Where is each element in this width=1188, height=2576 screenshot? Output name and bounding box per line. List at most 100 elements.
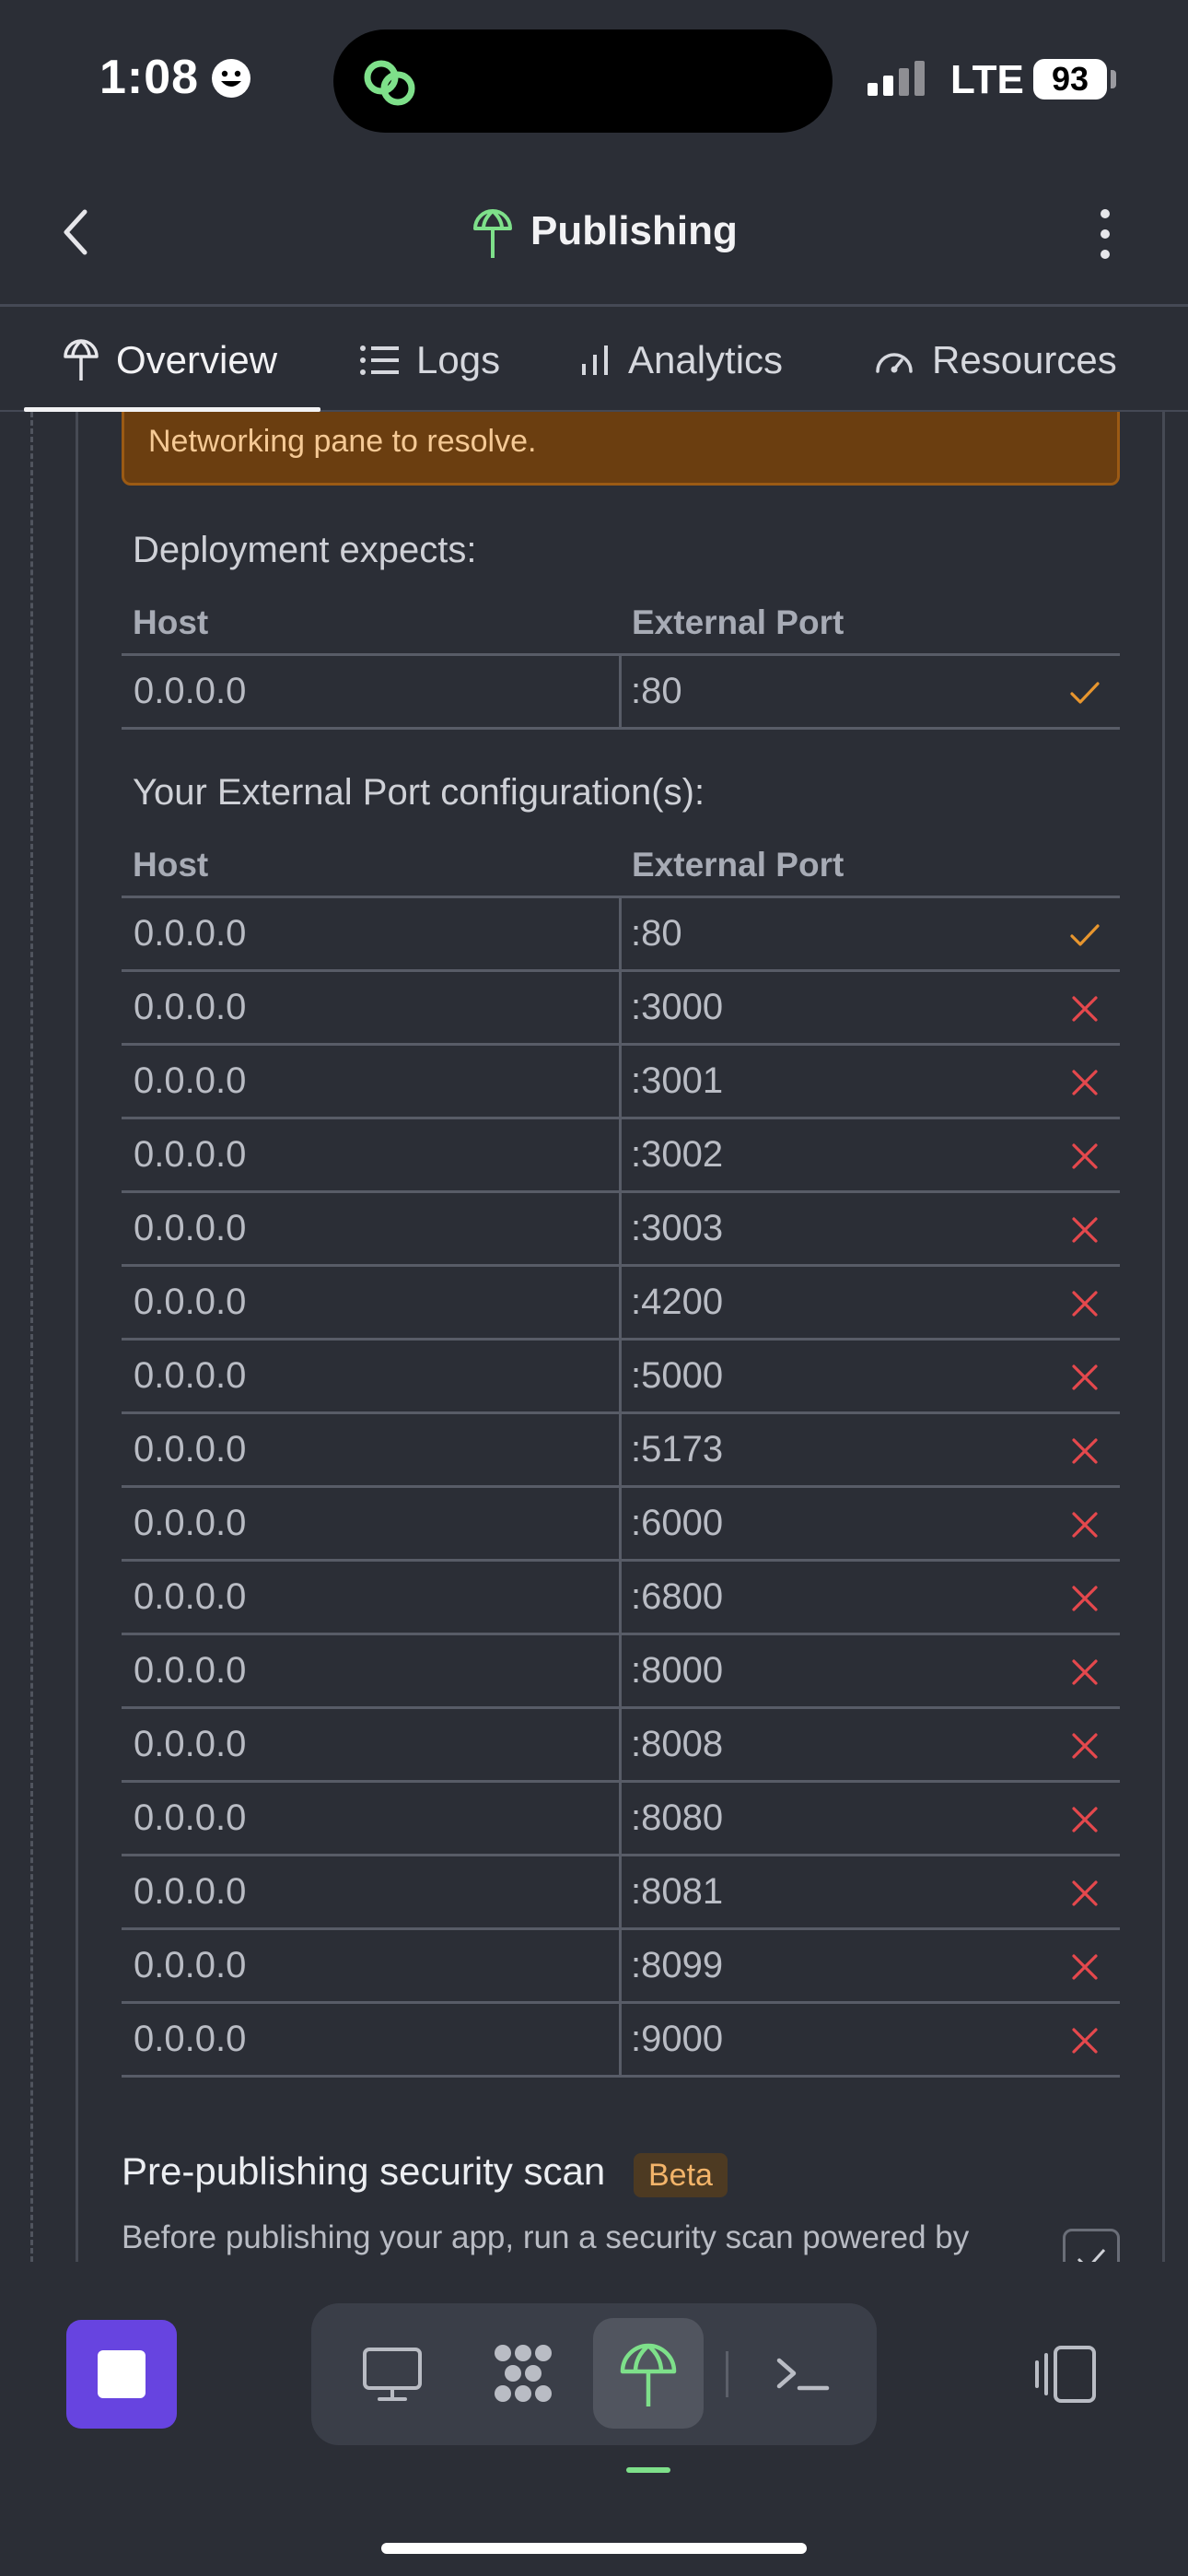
error-x-icon [1072,1070,1098,1095]
port-cell: :8000 [631,1650,724,1691]
checkmark-icon [1070,682,1100,704]
error-x-icon [1072,1659,1098,1685]
host-cell: 0.0.0.0 [134,1208,247,1248]
battery-level: 93 [1033,59,1107,100]
signal-icon [868,61,925,96]
host-cell: 0.0.0.0 [134,1576,247,1617]
host-cell: 0.0.0.0 [134,987,247,1027]
port-cell: :8008 [631,1724,724,1764]
table-row: 0.0.0.0:5000 [122,1341,1120,1414]
dock-shell-button[interactable] [750,2318,860,2429]
column-separator [619,1414,622,1485]
port-cell: :80 [631,671,682,711]
more-options-icon[interactable] [1089,206,1122,262]
home-indicator [381,2543,807,2554]
port-cell: :6000 [631,1503,724,1543]
timeline-connector [30,412,33,2262]
table-row: 0.0.0.0 :8081 [122,1856,1120,1930]
column-separator [619,898,622,969]
tab-resources[interactable]: Resources [873,330,1117,391]
port-cell: :5173 [631,1429,724,1469]
host-cell: 0.0.0.0 [134,1797,247,1838]
tab-label: Analytics [628,338,784,381]
external-port-config-heading: Your External Port configuration(s): [133,772,705,813]
checkmark-icon [1070,924,1100,946]
security-scan-description: Before publishing your app, run a securi… [122,2219,970,2255]
tab-analytics[interactable]: Analytics [580,330,783,391]
beta-badge: Beta [634,2153,728,2197]
host-cell: 0.0.0.0 [134,1650,247,1691]
table-row: 0.0.0.0 :8008 [122,1709,1120,1783]
host-cell: 0.0.0.0 [134,1429,247,1469]
column-separator [619,656,622,727]
security-scan-title: Pre-publishing security scan [122,2149,606,2193]
column-separator [619,1046,622,1117]
back-chevron-icon[interactable] [55,205,96,260]
stop-button[interactable] [66,2320,177,2429]
column-header-external-port: External Port [632,603,844,641]
tab-logs[interactable]: Logs [359,330,500,391]
port-cell: :3002 [631,1134,724,1175]
host-cell: 0.0.0.0 [134,1945,247,1985]
dock-publishing-button[interactable] [593,2318,704,2429]
table-row: 0.0.0.0:6000 [122,1488,1120,1562]
table-row: 0.0.0.0 :8099 [122,1930,1120,2004]
host-cell: 0.0.0.0 [134,1060,247,1101]
host-cell: 0.0.0.0 [134,1871,247,1912]
host-cell: 0.0.0.0 [134,1355,247,1396]
column-separator [619,1635,622,1706]
error-x-icon [1072,1291,1098,1317]
overview-content[interactable]: Networking pane to resolve. Deployment e… [0,412,1188,2262]
port-cell: :3003 [631,1208,724,1248]
table-row: 0.0.0.0 :8000 [122,1635,1120,1709]
host-cell: 0.0.0.0 [134,671,247,711]
port-cell: :8081 [631,1871,724,1912]
port-cell: :3000 [631,987,724,1027]
port-cell: :8099 [631,1945,724,1985]
column-separator [619,1562,622,1633]
checkmark-icon [1077,2248,1106,2262]
table-row: 0.0.0.0:80 [122,898,1120,972]
warning-text: Networking pane to resolve. [148,424,537,459]
column-separator [619,1856,622,1927]
column-separator [619,1488,622,1559]
error-x-icon [1072,1954,1098,1980]
battery-tip [1111,70,1116,88]
error-x-icon [1072,2028,1098,2054]
tab-overview[interactable]: Overview [63,330,277,391]
port-cell: :8080 [631,1797,724,1838]
tab-label: Resources [932,338,1117,381]
table-row: 0.0.0.0 :3000 [122,972,1120,1046]
column-separator [619,1930,622,2001]
table-row: 0.0.0.0:6800 [122,1562,1120,1635]
dock-agent-button[interactable] [468,2318,578,2429]
tab-label: Logs [416,338,501,381]
bar-chart-icon [582,345,608,375]
networking-warning-banner: Networking pane to resolve. [122,412,1120,486]
column-separator [619,1267,622,1338]
link-chain-icon [364,60,415,106]
column-separator [619,972,622,1043]
table-row: 0.0.0.0 :5173 [122,1414,1120,1488]
stop-icon [98,2350,146,2398]
smiley-icon [212,59,250,98]
column-separator [619,1783,622,1854]
error-x-icon [1072,1217,1098,1243]
column-separator [619,2004,622,2075]
error-x-icon [1072,1364,1098,1390]
status-time: 1:08 [99,51,200,104]
terminal-icon [776,2358,830,2391]
device-switch-icon[interactable] [1031,2344,1098,2405]
host-cell: 0.0.0.0 [134,1282,247,1322]
gauge-icon [876,353,913,373]
host-cell: 0.0.0.0 [134,1724,247,1764]
column-separator [619,1709,622,1780]
network-type: LTE [950,57,1024,102]
dock-preview-button[interactable] [337,2318,448,2429]
agent-icon [495,2345,552,2402]
security-scan-checkbox[interactable] [1063,2229,1120,2262]
app-screen: 1:08 LTE 93 Publishing Overview Logs Ana… [0,0,1188,2576]
column-separator [619,1119,622,1190]
list-icon [360,345,399,375]
table-row: 0.0.0.0 :80 [122,656,1120,730]
